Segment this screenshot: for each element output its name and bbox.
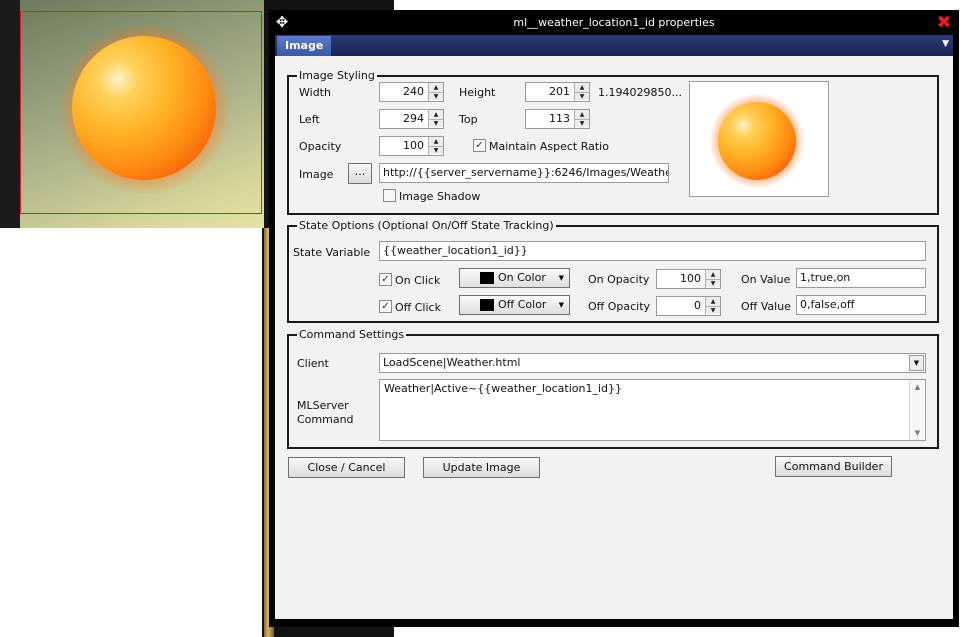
top-value[interactable]: 113 [526, 110, 573, 128]
mlserver-command-textarea[interactable]: Weather|Active~{{weather_location1_id}} … [379, 379, 926, 441]
dialog-title: ml__weather_location1_id properties [513, 16, 715, 29]
on-click-label: On Click [395, 274, 441, 287]
off-opacity-stepper[interactable]: 0 ▲ ▼ [656, 296, 721, 316]
mlserver-scrollbar[interactable]: ▲ ▼ [909, 380, 925, 440]
height-down-icon[interactable]: ▼ [575, 92, 589, 100]
left-up-icon[interactable]: ▲ [429, 110, 443, 119]
off-opacity-up-icon[interactable]: ▲ [706, 297, 720, 306]
browse-image-button[interactable]: ... [348, 163, 372, 184]
state-variable-input[interactable]: {{weather_location1_id}} [379, 241, 926, 261]
left-down-icon[interactable]: ▼ [429, 119, 443, 127]
width-down-icon[interactable]: ▼ [429, 92, 443, 100]
image-shadow-checkbox[interactable] [383, 189, 396, 202]
off-opacity-label: Off Opacity [588, 300, 651, 313]
scroll-down-icon[interactable]: ▼ [910, 426, 925, 440]
opacity-value[interactable]: 100 [380, 137, 427, 155]
state-variable-label: State Variable [293, 246, 371, 259]
client-select[interactable]: LoadScene|Weather.html ▼ [379, 353, 926, 373]
client-dropdown-icon[interactable]: ▼ [909, 355, 924, 371]
off-opacity-down-icon[interactable]: ▼ [706, 306, 720, 314]
off-click-checkbox[interactable]: ✓ [379, 300, 392, 313]
opacity-down-icon[interactable]: ▼ [429, 146, 443, 154]
maintain-aspect-checkbox[interactable]: ✓ [473, 139, 486, 152]
mlserver-label-line2: Command [297, 413, 354, 426]
off-color-button[interactable]: Off Color ▼ [459, 295, 570, 315]
off-color-label: Off Color [498, 298, 547, 311]
on-opacity-down-icon[interactable]: ▼ [706, 279, 720, 287]
top-down-icon[interactable]: ▼ [575, 119, 589, 127]
off-opacity-value[interactable]: 0 [657, 297, 704, 315]
selection-outline [20, 11, 262, 214]
image-preview [689, 81, 829, 197]
mlserver-command-value: Weather|Active~{{weather_location1_id}} [384, 382, 623, 395]
top-stepper[interactable]: 113 ▲ ▼ [525, 109, 590, 129]
close-cancel-button[interactable]: Close / Cancel [288, 457, 405, 478]
off-color-dropdown-icon: ▼ [558, 301, 564, 309]
tab-menu-chevron-icon[interactable]: ▼ [942, 39, 949, 49]
state-options-legend: State Options (Optional On/Off State Tra… [299, 219, 554, 232]
tab-bar: Image ▼ [275, 35, 953, 56]
on-value-input[interactable]: 1,true,on [796, 268, 926, 288]
image-label: Image [299, 168, 334, 181]
width-stepper[interactable]: 240 ▲ ▼ [379, 82, 444, 102]
dialog-titlebar[interactable]: ✥ ml__weather_location1_id properties ✖ [269, 10, 959, 35]
on-color-swatch [480, 272, 494, 284]
off-click-label: Off Click [395, 301, 441, 314]
image-shadow-label: Image Shadow [399, 190, 481, 203]
left-value[interactable]: 294 [380, 110, 427, 128]
on-opacity-value[interactable]: 100 [657, 270, 704, 288]
tab-image[interactable]: Image [277, 36, 332, 56]
off-value-label: Off Value [741, 300, 791, 313]
image-url-input[interactable]: http://{{server_servername}}:6246/Images… [379, 163, 669, 183]
aspect-ratio-text: 1.194029850... [598, 86, 682, 99]
maintain-aspect-label: Maintain Aspect Ratio [489, 140, 609, 153]
off-color-swatch [480, 299, 494, 311]
client-value: LoadScene|Weather.html [383, 356, 521, 369]
left-stepper[interactable]: 294 ▲ ▼ [379, 109, 444, 129]
scroll-up-icon[interactable]: ▲ [910, 380, 925, 394]
on-color-label: On Color [498, 271, 546, 284]
top-label: Top [459, 113, 478, 126]
opacity-label: Opacity [299, 140, 342, 153]
on-color-dropdown-icon: ▼ [558, 274, 564, 282]
width-up-icon[interactable]: ▲ [429, 83, 443, 92]
height-stepper[interactable]: 201 ▲ ▼ [525, 82, 590, 102]
off-value-input[interactable]: 0,false,off [796, 295, 926, 315]
on-opacity-up-icon[interactable]: ▲ [706, 270, 720, 279]
close-icon[interactable]: ✖ [935, 14, 953, 32]
top-up-icon[interactable]: ▲ [575, 110, 589, 119]
canvas-left-strip [0, 0, 20, 228]
width-label: Width [299, 86, 331, 99]
dialog-panel: Image Styling Width 240 ▲ ▼ Height 201 ▲ ▼… [275, 56, 953, 619]
on-opacity-stepper[interactable]: 100 ▲ ▼ [656, 269, 721, 289]
opacity-up-icon[interactable]: ▲ [429, 137, 443, 146]
on-click-checkbox[interactable]: ✓ [379, 273, 392, 286]
preview-sun-image [718, 102, 796, 180]
image-styling-legend: Image Styling [299, 69, 375, 82]
height-up-icon[interactable]: ▲ [575, 83, 589, 92]
height-value[interactable]: 201 [526, 83, 573, 101]
mlserver-label-line1: MLServer [297, 399, 349, 412]
update-image-button[interactable]: Update Image [423, 457, 540, 478]
left-label: Left [299, 113, 320, 126]
width-value[interactable]: 240 [380, 83, 427, 101]
height-label: Height [459, 86, 496, 99]
on-opacity-label: On Opacity [588, 273, 650, 286]
on-value-label: On Value [741, 273, 791, 286]
client-label: Client [297, 357, 329, 370]
on-color-button[interactable]: On Color ▼ [459, 268, 570, 288]
opacity-stepper[interactable]: 100 ▲ ▼ [379, 136, 444, 156]
properties-dialog: ✥ ml__weather_location1_id properties ✖ … [269, 10, 959, 627]
command-builder-button[interactable]: Command Builder [775, 456, 892, 477]
command-settings-legend: Command Settings [299, 328, 405, 341]
